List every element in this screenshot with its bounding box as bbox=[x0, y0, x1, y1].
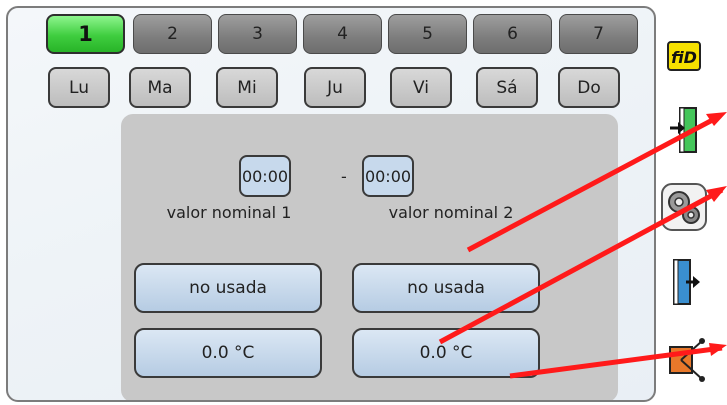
setpoint-1-label: valor nominal 1 bbox=[166, 204, 292, 222]
program-button-7[interactable]: 7 bbox=[559, 14, 638, 54]
program-button-5[interactable]: 5 bbox=[388, 14, 467, 54]
device-screen: 1 2 3 4 5 6 7 Lu Ma Mi Ju Vi Sá Do 00:00… bbox=[6, 6, 656, 402]
start-time-field[interactable]: 00:00 bbox=[239, 155, 291, 197]
logout-icon[interactable] bbox=[668, 256, 702, 308]
fid-icon[interactable]: fiD bbox=[664, 38, 704, 74]
setpoint-2-label: valor nominal 2 bbox=[388, 204, 514, 222]
program-button-4[interactable]: 4 bbox=[303, 14, 382, 54]
program-button-6[interactable]: 6 bbox=[473, 14, 552, 54]
day-button-fri[interactable]: Vi bbox=[390, 67, 452, 108]
setpoint-2-value-button[interactable]: 0.0 °C bbox=[352, 328, 540, 378]
program-button-3[interactable]: 3 bbox=[218, 14, 297, 54]
day-button-thu[interactable]: Ju bbox=[304, 67, 366, 108]
settings-gear-icon[interactable] bbox=[659, 181, 709, 233]
program-button-1[interactable]: 1 bbox=[46, 14, 125, 54]
setpoint-1-value-button[interactable]: 0.0 °C bbox=[134, 328, 322, 378]
setpoint-1-mode-button[interactable]: no usada bbox=[134, 263, 322, 313]
day-button-mon[interactable]: Lu bbox=[48, 67, 110, 108]
day-button-sun[interactable]: Do bbox=[558, 67, 620, 108]
end-time-field[interactable]: 00:00 bbox=[362, 155, 414, 197]
setpoint-2-mode-button[interactable]: no usada bbox=[352, 263, 540, 313]
login-icon[interactable] bbox=[668, 104, 702, 156]
day-button-wed[interactable]: Mi bbox=[216, 67, 278, 108]
fid-label: fiD bbox=[671, 48, 697, 67]
day-button-sat[interactable]: Sá bbox=[476, 67, 538, 108]
time-separator: - bbox=[341, 167, 347, 186]
network-node-icon[interactable] bbox=[664, 335, 708, 385]
program-button-2[interactable]: 2 bbox=[133, 14, 212, 54]
day-button-tue[interactable]: Ma bbox=[129, 67, 191, 108]
